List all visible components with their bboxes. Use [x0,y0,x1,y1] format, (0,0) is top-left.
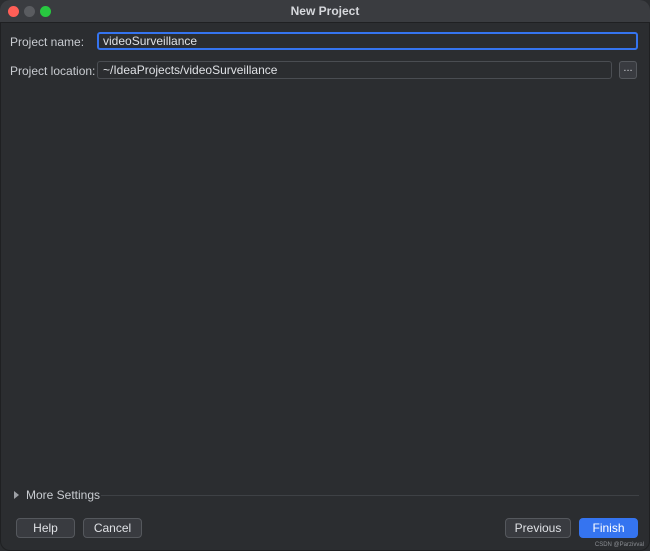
project-location-input[interactable]: ~/IdeaProjects/videoSurveillance [97,61,612,79]
title-bar: New Project [0,0,650,23]
project-location-label: Project location: [10,64,96,78]
window-title: New Project [290,4,360,18]
expand-arrow-icon [14,491,19,499]
more-settings-label: More Settings [26,488,101,502]
more-settings-toggle[interactable]: More Settings [14,488,100,502]
watermark: CSDN @Parzivval [594,542,644,548]
browse-location-button[interactable]: ... [619,61,637,79]
project-name-label: Project name: [10,35,85,49]
new-project-dialog: New Project Project name: videoSurveilla… [0,0,650,551]
previous-button[interactable]: Previous [505,518,571,538]
project-name-input[interactable]: videoSurveillance [97,32,638,50]
cancel-button[interactable]: Cancel [83,518,142,538]
help-button[interactable]: Help [16,518,75,538]
finish-button[interactable]: Finish [579,518,638,538]
divider [101,495,639,496]
